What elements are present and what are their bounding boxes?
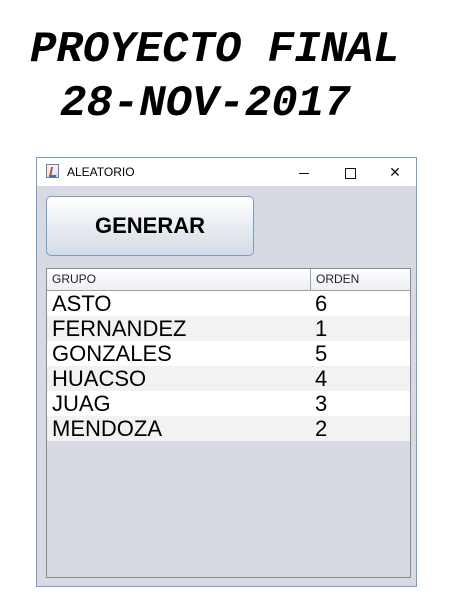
- cell-grupo: FERNANDEZ: [52, 316, 187, 341]
- table-row[interactable]: FERNANDEZ 1: [47, 316, 410, 341]
- cell-orden: 6: [315, 291, 328, 316]
- column-header-orden[interactable]: ORDEN: [311, 269, 410, 290]
- table-row[interactable]: MENDOZA 2: [47, 416, 410, 441]
- close-icon: ✕: [389, 164, 401, 180]
- table-header: GRUPO ORDEN: [47, 269, 410, 291]
- results-table: GRUPO ORDEN ASTO 6 FERNANDEZ 1 GONZALES …: [46, 268, 411, 578]
- java-app-icon: [46, 164, 59, 178]
- column-header-grupo[interactable]: GRUPO: [47, 269, 311, 290]
- cell-grupo: HUACSO: [52, 366, 147, 391]
- headline-title: PROYECTO FINAL: [30, 25, 400, 75]
- window-titlebar[interactable]: ALEATORIO ✕: [37, 158, 416, 186]
- table-row[interactable]: ASTO 6: [47, 291, 410, 316]
- cell-grupo: MENDOZA: [52, 416, 162, 441]
- maximize-icon: [344, 167, 356, 179]
- table-row[interactable]: JUAG 3: [47, 391, 410, 416]
- generate-button[interactable]: GENERAR: [46, 196, 254, 256]
- cell-grupo: JUAG: [52, 391, 111, 416]
- cell-orden: 4: [315, 366, 328, 391]
- table-body: ASTO 6 FERNANDEZ 1 GONZALES 5 HUACSO 4 J…: [47, 291, 410, 441]
- close-button[interactable]: ✕: [372, 158, 418, 186]
- app-window: ALEATORIO ✕ GENERAR GRUPO ORDEN ASTO 6 F…: [36, 157, 417, 587]
- table-row[interactable]: HUACSO 4: [47, 366, 410, 391]
- cell-grupo: GONZALES: [52, 341, 172, 366]
- headline-date: 28-NOV-2017: [60, 79, 351, 129]
- table-row[interactable]: GONZALES 5: [47, 341, 410, 366]
- cell-orden: 3: [315, 391, 328, 416]
- cell-orden: 2: [315, 416, 328, 441]
- cell-grupo: ASTO: [52, 291, 112, 316]
- cell-orden: 1: [315, 316, 328, 341]
- maximize-button[interactable]: [327, 158, 373, 186]
- minimize-button[interactable]: [281, 158, 327, 186]
- minimize-icon: [299, 172, 309, 174]
- window-title: ALEATORIO: [67, 165, 135, 179]
- cell-orden: 5: [315, 341, 328, 366]
